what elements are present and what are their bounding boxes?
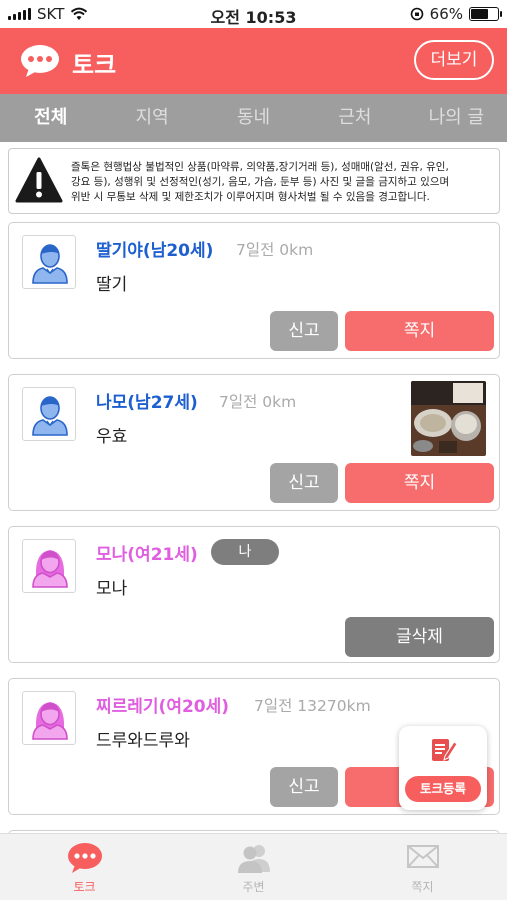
more-button[interactable]: 더보기 xyxy=(414,40,494,80)
warning-icon xyxy=(15,157,63,203)
status-bar: SKT 오전 10:53 66% xyxy=(0,0,507,28)
avatar[interactable] xyxy=(22,235,76,289)
post-card[interactable]: 나모(남27세) 7일전 0km 우효 신고 쪽지 xyxy=(8,374,500,511)
nav-nearby[interactable]: 주변 xyxy=(169,834,338,900)
my-post-badge: 나 xyxy=(211,539,279,565)
avatar[interactable] xyxy=(22,691,76,745)
male-user-icon xyxy=(32,244,68,284)
female-user-icon xyxy=(32,550,68,588)
tab-neighborhood[interactable]: 동네 xyxy=(203,94,304,142)
app-header: 토크 더보기 xyxy=(0,28,507,94)
battery-percent: 66% xyxy=(429,5,463,23)
nav-messages-label: 쪽지 xyxy=(411,880,434,894)
chat-bubble-icon xyxy=(67,843,102,873)
orientation-lock-icon xyxy=(410,7,423,21)
author-name[interactable]: 모나(여21세) xyxy=(96,540,198,565)
message-button[interactable]: 쪽지 xyxy=(345,463,494,503)
notice-text: 즐톡은 현행법상 불법적인 상품(마약류, 의약품,장기거래 등), 성매매(알… xyxy=(71,161,450,203)
delete-post-button[interactable]: 글삭제 xyxy=(345,617,494,657)
avatar[interactable] xyxy=(22,387,76,441)
battery-icon xyxy=(469,7,502,21)
avatar[interactable] xyxy=(22,539,76,593)
tab-my-posts[interactable]: 나의 글 xyxy=(406,94,507,142)
post-message: 우효 xyxy=(96,427,128,447)
chat-bubble-icon xyxy=(21,45,59,77)
category-tabs: 전체 지역 동네 근처 나의 글 xyxy=(0,94,507,142)
register-talk-button[interactable]: 토크등록 xyxy=(399,726,487,810)
nav-talk[interactable]: 토크 xyxy=(0,834,169,900)
author-name[interactable]: 나모(남27세) xyxy=(96,388,198,413)
bottom-navigation: 토크 주변 쪽지 xyxy=(0,833,507,900)
tab-all[interactable]: 전체 xyxy=(0,94,101,142)
message-button[interactable]: 쪽지 xyxy=(345,311,494,351)
report-button[interactable]: 신고 xyxy=(270,767,338,807)
male-user-icon xyxy=(32,396,68,436)
post-card[interactable]: 딸기야(남20세) 7일전 0km 딸기 신고 쪽지 xyxy=(8,222,500,359)
author-name[interactable]: 딸기야(남20세) xyxy=(96,236,213,261)
page-title: 토크 xyxy=(72,51,117,79)
envelope-icon xyxy=(406,845,439,868)
nav-talk-label: 토크 xyxy=(73,880,96,894)
tab-region[interactable]: 지역 xyxy=(101,94,202,142)
report-button[interactable]: 신고 xyxy=(270,463,338,503)
post-meta: 7일전 0km xyxy=(219,393,297,411)
post-message: 드루와드루와 xyxy=(96,731,190,751)
author-name[interactable]: 찌르레기(여20세) xyxy=(96,692,229,717)
edit-post-icon xyxy=(432,739,457,761)
nav-nearby-label: 주변 xyxy=(242,880,265,894)
post-meta: 7일전 0km xyxy=(236,241,314,259)
warning-notice: 즐톡은 현행법상 불법적인 상품(마약류, 의약품,장기거래 등), 성매매(알… xyxy=(8,148,500,214)
post-message: 딸기 xyxy=(96,275,128,295)
post-message: 모나 xyxy=(96,579,128,599)
food-photo-image xyxy=(411,381,486,456)
battery-group: 66% xyxy=(410,5,502,23)
post-card[interactable]: 모나(여21세) 나 모나 글삭제 xyxy=(8,526,500,663)
report-button[interactable]: 신고 xyxy=(270,311,338,351)
post-photo[interactable] xyxy=(411,381,486,456)
register-talk-label: 토크등록 xyxy=(405,776,481,802)
people-icon xyxy=(237,845,270,873)
female-user-icon xyxy=(32,702,68,740)
nav-messages[interactable]: 쪽지 xyxy=(338,834,507,900)
post-meta: 7일전 13270km xyxy=(254,697,371,715)
tab-nearby[interactable]: 근처 xyxy=(304,94,405,142)
